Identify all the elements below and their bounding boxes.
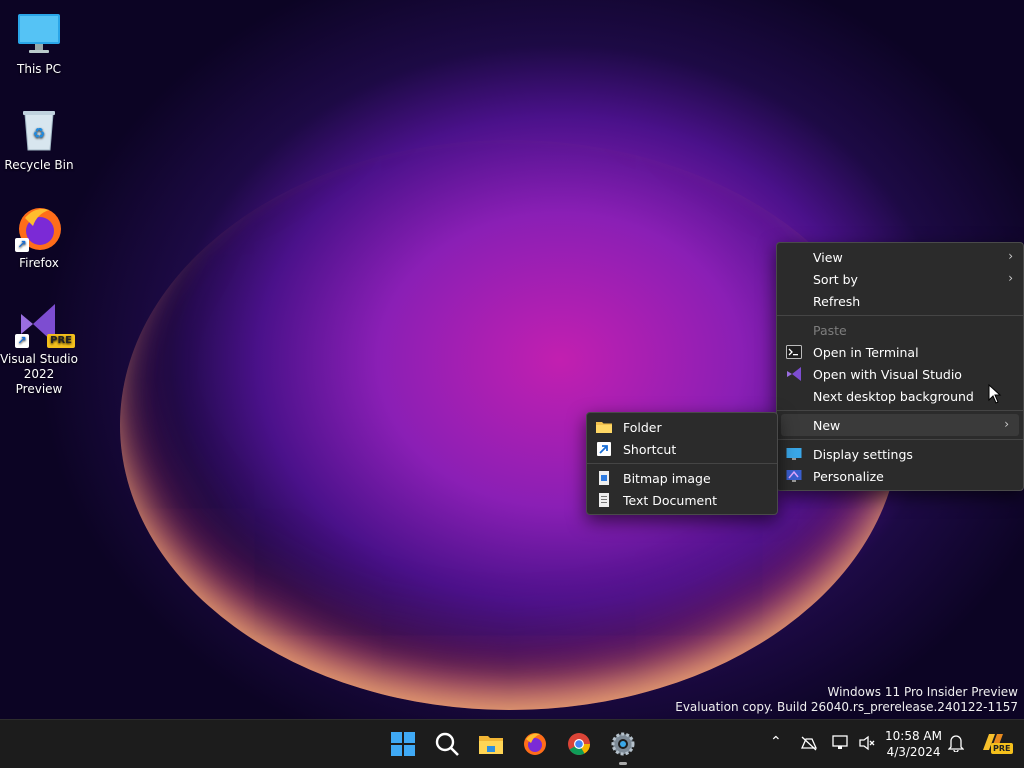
pre-badge: PRE [991, 743, 1013, 754]
text-document-icon [596, 493, 612, 507]
desktop-context-menu: View › Sort by › Refresh Paste Open in T… [776, 242, 1024, 491]
menu-separator [777, 410, 1023, 411]
menu-item-paste: Paste [813, 322, 847, 338]
file-explorer-icon[interactable] [478, 731, 504, 757]
build-watermark: Windows 11 Pro Insider Preview Evaluatio… [675, 685, 1018, 714]
bitmap-icon [596, 471, 612, 485]
desktop-icon-label: Recycle Bin [4, 158, 74, 172]
submenu-item-text-document[interactable]: Text Document [587, 489, 777, 511]
recycle-bin-icon: ♻ [15, 106, 63, 154]
desktop-icon-label: Visual Studio 2022 Preview [0, 352, 78, 396]
submenu-item-shortcut[interactable]: Shortcut [587, 438, 777, 460]
chevron-up-icon[interactable]: ⌃ [770, 734, 782, 750]
menu-item-new[interactable]: New › [781, 414, 1019, 436]
shortcut-arrow-icon: ↗ [15, 334, 29, 348]
start-icon[interactable] [390, 731, 416, 757]
menu-item-sort-by[interactable]: Sort by › [777, 268, 1023, 290]
desktop-icon-recycle-bin[interactable]: ♻ Recycle Bin [0, 106, 78, 173]
personalize-icon [786, 469, 802, 483]
menu-item-next-background[interactable]: Next desktop background [777, 385, 1023, 407]
monitor-icon [15, 10, 63, 58]
running-indicator [619, 762, 627, 765]
chevron-right-icon: › [1008, 271, 1013, 285]
desktop-icon-visual-studio[interactable]: ↗ PRE Visual Studio 2022 Preview [0, 300, 78, 397]
shortcut-icon [596, 442, 612, 456]
menu-item-refresh[interactable]: Refresh [777, 290, 1023, 312]
chevron-right-icon: › [1008, 249, 1013, 263]
desktop-icon-label: This PC [17, 62, 61, 76]
visual-studio-icon [786, 367, 802, 381]
terminal-icon [786, 345, 802, 359]
visual-studio-preview-icon: ↗ PRE [15, 300, 75, 348]
menu-separator [587, 463, 777, 464]
volume-muted-icon[interactable] [858, 735, 876, 755]
menu-separator [777, 439, 1023, 440]
chevron-right-icon: › [1004, 417, 1009, 431]
folder-icon [596, 420, 612, 434]
firefox-icon[interactable] [522, 731, 548, 757]
firefox-icon: ↗ [15, 204, 63, 252]
network-offline-icon[interactable] [800, 735, 818, 755]
shortcut-arrow-icon: ↗ [15, 238, 29, 252]
menu-item-display-settings[interactable]: Display settings [777, 443, 1023, 465]
menu-separator [777, 315, 1023, 316]
desktop-icon-label: Firefox [19, 256, 59, 270]
notification-bell-icon[interactable] [947, 734, 965, 756]
search-icon[interactable] [434, 731, 460, 757]
settings-icon[interactable] [610, 731, 636, 765]
menu-item-open-visual-studio[interactable]: Open with Visual Studio [777, 363, 1023, 385]
chrome-icon[interactable] [566, 731, 592, 757]
new-submenu: Folder Shortcut Bitmap image Text Docume… [586, 412, 778, 515]
svg-text:♻: ♻ [33, 126, 46, 142]
submenu-item-folder[interactable]: Folder [587, 416, 777, 438]
mouse-cursor-icon [988, 384, 1002, 404]
taskbar: ⌃ 10:58 AM 4/3/2024 PRE [0, 719, 1024, 768]
display-icon [786, 447, 802, 461]
desktop-icon-this-pc[interactable]: This PC [0, 10, 78, 77]
menu-item-open-terminal[interactable]: Open in Terminal [777, 341, 1023, 363]
copilot-preview-icon[interactable]: PRE [980, 730, 1013, 760]
display-tray-icon[interactable] [832, 735, 850, 755]
submenu-item-bitmap[interactable]: Bitmap image [587, 467, 777, 489]
taskbar-clock[interactable]: 10:58 AM 4/3/2024 [885, 728, 942, 760]
desktop-icon-firefox[interactable]: ↗ Firefox [0, 204, 78, 271]
menu-item-view[interactable]: View › [777, 246, 1023, 268]
pre-badge: PRE [47, 334, 75, 348]
menu-item-personalize[interactable]: Personalize [777, 465, 1023, 487]
